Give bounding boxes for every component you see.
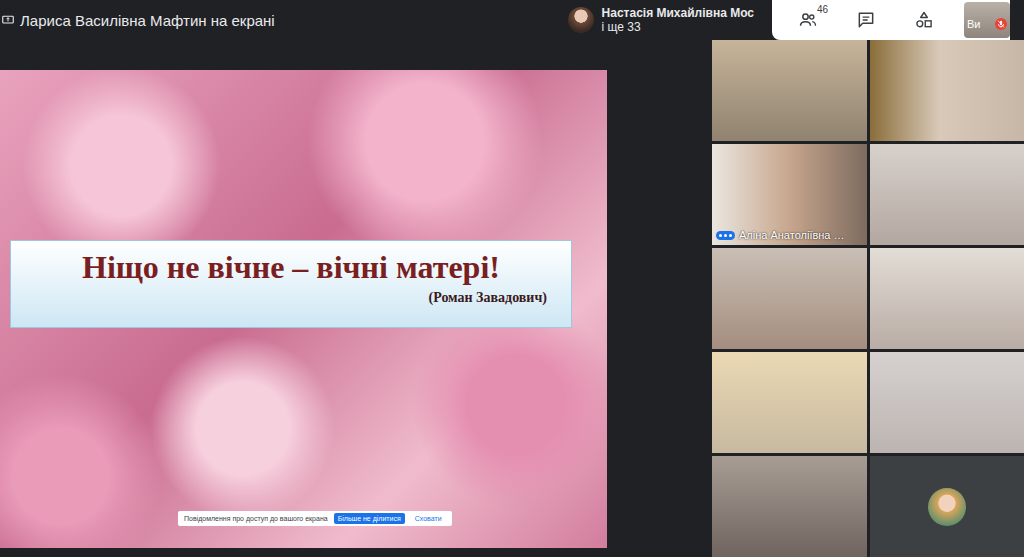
participants-count: 46 bbox=[817, 4, 828, 15]
participants-button[interactable]: 46 bbox=[782, 2, 834, 38]
slide: Ніщо не вічне – вічні матері! (Роман Зав… bbox=[0, 70, 607, 548]
self-label: Ви bbox=[967, 18, 980, 30]
participant-tile[interactable] bbox=[870, 144, 1024, 245]
participant-tile[interactable] bbox=[870, 352, 1024, 453]
tile-label: Аліна Анатоліївна … bbox=[716, 229, 845, 241]
quote-text: Ніщо не вічне – вічні матері! bbox=[35, 249, 547, 286]
presenter-label: Лариса Василівна Мафтин на екрані bbox=[0, 12, 275, 29]
toolbar: 46 Ви bbox=[772, 0, 1010, 40]
meet-window: Лариса Василівна Мафтин на екрані Настас… bbox=[0, 0, 1024, 557]
share-notice: Повідомлення про доступ до вашого екрана… bbox=[178, 511, 452, 526]
shapes-icon bbox=[914, 10, 934, 30]
pinned-participant[interactable]: Настасія Михайлівна Мос і ще 33 bbox=[568, 6, 754, 34]
self-view[interactable]: Ви bbox=[964, 2, 1010, 38]
meeting-area: Ніщо не вічне – вічні матері! (Роман Зав… bbox=[0, 40, 1024, 557]
chat-button[interactable] bbox=[840, 2, 892, 38]
notice-text: Повідомлення про доступ до вашого екрана bbox=[184, 515, 328, 522]
people-icon bbox=[798, 10, 818, 30]
pinned-name: Настасія Михайлівна Мос bbox=[602, 6, 754, 20]
participant-tile[interactable] bbox=[712, 456, 867, 557]
participant-avatar bbox=[568, 7, 594, 33]
participant-tile[interactable] bbox=[712, 248, 867, 349]
participant-tile[interactable] bbox=[712, 352, 867, 453]
top-bar: Лариса Василівна Мафтин на екрані Настас… bbox=[0, 0, 1024, 40]
pinned-others: і ще 33 bbox=[602, 20, 754, 34]
participant-avatar bbox=[928, 488, 966, 526]
participant-tile[interactable]: Аліна Анатоліївна … bbox=[712, 144, 867, 245]
participant-grid: Аліна Анатоліївна … bbox=[712, 40, 1024, 557]
participant-tile[interactable] bbox=[870, 40, 1024, 141]
presentation-stage: Ніщо не вічне – вічні матері! (Роман Зав… bbox=[0, 40, 712, 557]
chat-icon bbox=[856, 10, 876, 30]
participant-tile[interactable] bbox=[712, 40, 867, 141]
quote-box: Ніщо не вічне – вічні матері! (Роман Зав… bbox=[10, 240, 572, 328]
audio-dots-icon bbox=[716, 231, 735, 240]
participant-tile[interactable] bbox=[870, 248, 1024, 349]
present-icon bbox=[2, 12, 14, 28]
participant-tile[interactable] bbox=[870, 456, 1024, 557]
notice-button[interactable]: Більше не ділитися bbox=[334, 513, 405, 524]
notice-button[interactable]: Сховати bbox=[411, 513, 446, 524]
activities-button[interactable] bbox=[898, 2, 950, 38]
mic-off-icon bbox=[995, 18, 1007, 30]
quote-author: (Роман Завадович) bbox=[429, 290, 547, 306]
